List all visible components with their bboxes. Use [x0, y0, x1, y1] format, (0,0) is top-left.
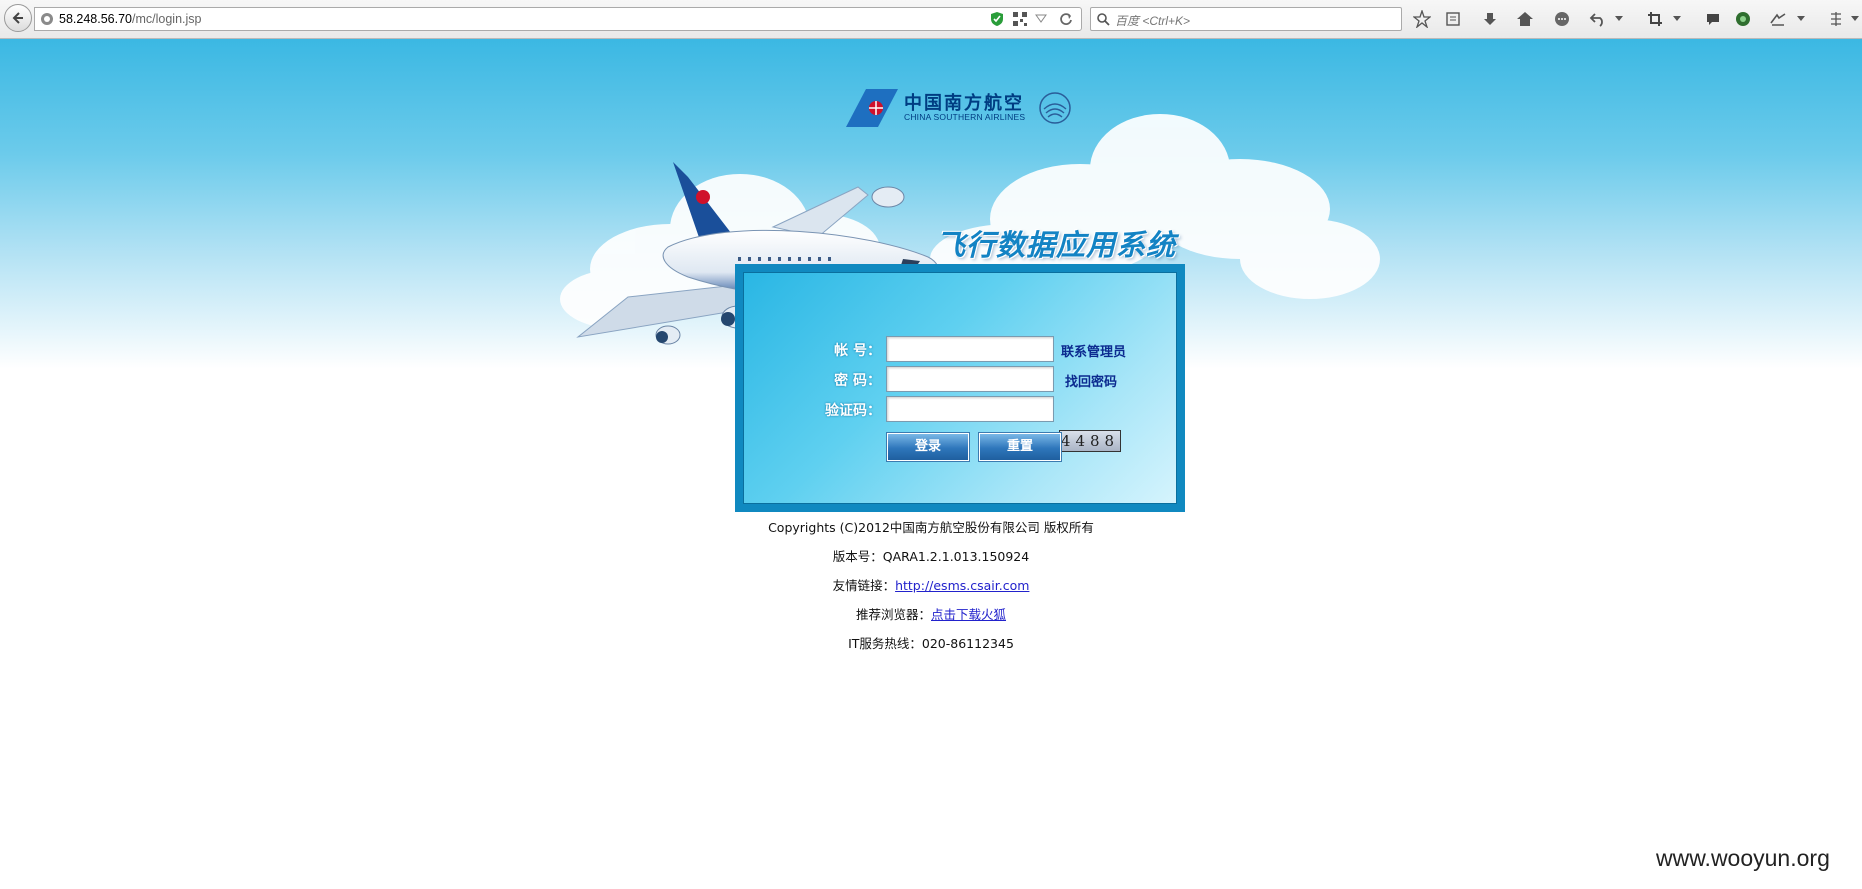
undo-dropdown-icon[interactable]	[1614, 9, 1624, 29]
friend-link[interactable]: http://esms.csair.com	[895, 578, 1029, 593]
account-input[interactable]	[886, 336, 1054, 362]
undo-icon[interactable]	[1588, 9, 1608, 29]
crop-dropdown-icon[interactable]	[1672, 9, 1682, 29]
login-panel: 帐 号： 联系管理员 密 码： 找回密码 验证码： 4488 登录 重置	[735, 264, 1185, 512]
logo-english-text: CHINA SOUTHERN AIRLINES	[904, 112, 1026, 122]
security-addon-icon[interactable]	[1733, 9, 1753, 29]
addon-dropdown-icon[interactable]	[1796, 9, 1806, 29]
copyright-text: Copyrights (C)2012中国南方航空股份有限公司 版权所有	[768, 520, 1094, 535]
chat-bubble-icon[interactable]	[1552, 9, 1572, 29]
airline-logo: 中国南方航空 CHINA SOUTHERN AIRLINES	[846, 89, 1076, 129]
home-icon[interactable]	[1515, 9, 1535, 29]
search-placeholder: 百度 <Ctrl+K>	[1115, 14, 1191, 28]
reload-icon[interactable]	[1059, 12, 1073, 26]
account-label: 帐 号：	[834, 343, 881, 359]
globe-icon	[41, 13, 53, 25]
browser-recommend-label: 推荐浏览器：	[855, 607, 931, 622]
search-icon	[1097, 13, 1110, 26]
captcha-label: 验证码：	[825, 403, 881, 419]
browser-recommend-line: 推荐浏览器：点击下载火狐	[0, 604, 1862, 623]
system-title: 飞行数据应用系统	[936, 228, 1177, 262]
qr-code-icon[interactable]	[1013, 12, 1027, 26]
login-page: 中国南方航空 CHINA SOUTHERN AIRLINES 飞行数据应用系统	[0, 39, 1862, 889]
hotline-text: IT服务热线：020-86112345	[848, 636, 1014, 651]
reset-button[interactable]: 重置	[978, 432, 1062, 462]
addon-icon[interactable]	[1768, 9, 1788, 29]
version-text: 版本号：QARA1.2.1.013.150924	[832, 549, 1030, 564]
message-icon[interactable]	[1703, 9, 1723, 29]
address-bar[interactable]: 58.248.56.70/mc/login.jsp	[34, 7, 1082, 31]
airline-logo-icon	[846, 89, 898, 127]
browser-toolbar: 58.248.56.70/mc/login.jsp 百度 <Ctrl+K>	[0, 0, 1862, 39]
password-label: 密 码：	[834, 373, 881, 389]
search-bar[interactable]: 百度 <Ctrl+K>	[1090, 7, 1402, 31]
url-host: 58.248.56.70	[59, 12, 132, 26]
shield-icon[interactable]	[990, 11, 1004, 27]
captcha-image[interactable]: 4488	[1059, 430, 1121, 452]
url-path: /mc/login.jsp	[132, 12, 202, 26]
dropdown-arrow-icon[interactable]	[1035, 14, 1047, 24]
extension-icon[interactable]	[1826, 9, 1846, 29]
bookmark-star-icon[interactable]	[1412, 9, 1432, 29]
download-icon[interactable]	[1480, 9, 1500, 29]
back-arrow-icon	[12, 12, 23, 24]
download-firefox-link[interactable]: 点击下载火狐	[931, 607, 1006, 622]
crop-screenshot-icon[interactable]	[1645, 9, 1665, 29]
password-input[interactable]	[886, 366, 1054, 392]
watermark: www.wooyun.org	[1656, 845, 1830, 871]
friend-link-label: 友情链接：	[832, 578, 896, 593]
contact-admin-link[interactable]: 联系管理员	[1061, 341, 1126, 360]
back-button[interactable]	[4, 4, 32, 32]
url-text: 58.248.56.70/mc/login.jsp	[59, 12, 201, 26]
skyteam-icon	[1039, 92, 1071, 124]
captcha-input[interactable]	[886, 396, 1054, 422]
login-button[interactable]: 登录	[886, 432, 970, 462]
menu-dropdown-icon[interactable]	[1850, 9, 1860, 29]
friend-link-line: 友情链接：http://esms.csair.com	[0, 575, 1862, 594]
reading-list-icon[interactable]	[1443, 9, 1463, 29]
recover-password-link[interactable]: 找回密码	[1065, 371, 1117, 390]
